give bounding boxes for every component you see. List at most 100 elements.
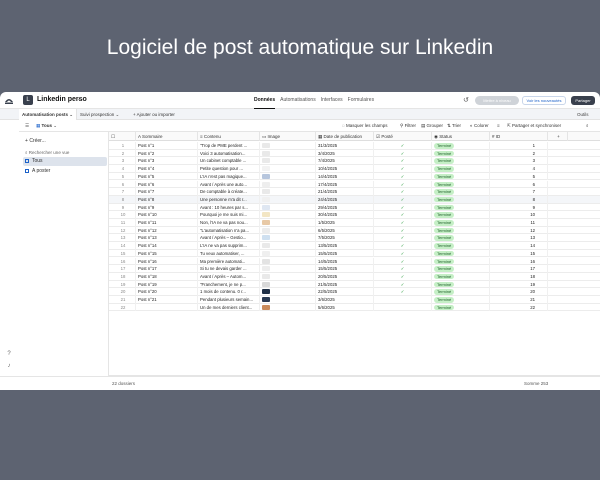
search-views-input[interactable]: ⌕ Rechercher une vue xyxy=(25,150,69,155)
cell-poste[interactable]: ✓ xyxy=(374,203,432,212)
cell-status[interactable]: Terminé xyxy=(432,226,490,235)
cell-sommaire[interactable]: Post n°16 xyxy=(136,257,198,266)
cell-image[interactable] xyxy=(260,142,316,150)
table-row[interactable]: 8 Post n°8 Une personne m'a dit r... 24/4/2… xyxy=(109,195,600,204)
table-row[interactable]: 18 Post n°18 Avant / Après – Autom... 20/5/… xyxy=(109,272,600,281)
cell-sommaire[interactable]: Post n°14 xyxy=(136,242,198,250)
cell-date[interactable]: 1/5/2025 xyxy=(316,219,374,227)
cell-image[interactable] xyxy=(260,226,316,235)
cell-image[interactable] xyxy=(260,303,316,312)
cell-id[interactable]: 2 xyxy=(490,149,548,158)
cell-image[interactable] xyxy=(260,272,316,281)
cell-image[interactable] xyxy=(260,188,316,196)
cell-image[interactable] xyxy=(260,242,316,250)
cell-poste[interactable]: ✓ xyxy=(374,211,432,219)
header-contenu[interactable]: ≡ Contenu xyxy=(198,132,260,141)
cell-contenu[interactable]: Tu veux automatiser, ... xyxy=(198,249,260,258)
cell-sommaire[interactable]: Post n°18 xyxy=(136,272,198,281)
image-thumbnail[interactable] xyxy=(262,289,270,295)
cell-image[interactable] xyxy=(260,195,316,204)
cell-id[interactable]: 7 xyxy=(490,188,548,196)
image-thumbnail[interactable] xyxy=(262,266,270,272)
group-button[interactable]: ▤ Grouper xyxy=(421,120,443,132)
cell-id[interactable]: 16 xyxy=(490,257,548,266)
cell-date[interactable]: 29/4/2025 xyxy=(316,203,374,212)
filter-button[interactable]: ⚲ Filtrer xyxy=(400,120,416,132)
cell-status[interactable]: Terminé xyxy=(432,211,490,219)
nav-tab-automations[interactable]: Automatisations xyxy=(280,92,316,109)
cell-poste[interactable]: ✓ xyxy=(374,288,432,296)
header-date[interactable]: ▦ Date de publication xyxy=(316,132,374,141)
cell-id[interactable]: 14 xyxy=(490,242,548,250)
cell-id[interactable]: 5 xyxy=(490,172,548,181)
cell-contenu[interactable]: 1 mois de contenu. 0 r... xyxy=(198,288,260,296)
image-thumbnail[interactable] xyxy=(262,235,270,241)
cell-poste[interactable]: ✓ xyxy=(374,188,432,196)
cell-date[interactable]: 31/3/2025 xyxy=(316,142,374,150)
cell-id[interactable]: 3 xyxy=(490,157,548,166)
share-button[interactable]: Partager xyxy=(571,96,595,105)
cell-sommaire[interactable]: Post n°13 xyxy=(136,234,198,243)
table-row[interactable]: 13 Post n°13 Avant / Après – Gestio... 7/5/… xyxy=(109,234,600,243)
cell-sommaire[interactable]: Post n°12 xyxy=(136,226,198,235)
cell-status[interactable]: Terminé xyxy=(432,149,490,158)
cell-image[interactable] xyxy=(260,180,316,189)
sidebar-view-tous[interactable]: Tous xyxy=(23,157,107,166)
cell-poste[interactable]: ✓ xyxy=(374,165,432,173)
cell-sommaire[interactable]: Post n°15 xyxy=(136,249,198,258)
cell-date[interactable]: 6/5/2025 xyxy=(316,226,374,235)
header-status[interactable]: ◉ Status xyxy=(432,132,490,141)
cell-id[interactable]: 1 xyxy=(490,142,548,150)
cell-poste[interactable]: ✓ xyxy=(374,257,432,266)
cell-image[interactable] xyxy=(260,211,316,219)
cell-sommaire[interactable] xyxy=(136,303,198,312)
table-row[interactable]: 11 Post n°11 Non, l'IA ne va pas nou... 1/5… xyxy=(109,219,600,227)
cell-date[interactable]: 22/5/2025 xyxy=(316,288,374,296)
cell-sommaire[interactable]: Post n°7 xyxy=(136,188,198,196)
header-image[interactable]: ▭ Image xyxy=(260,132,316,141)
nav-tab-forms[interactable]: Formulaires xyxy=(348,92,374,109)
cell-status[interactable]: Terminé xyxy=(432,249,490,258)
create-view-button[interactable]: + Créer... xyxy=(25,138,46,144)
cell-id[interactable]: 22 xyxy=(490,303,548,312)
cell-status[interactable]: Terminé xyxy=(432,188,490,196)
search-icon[interactable]: ⌕ xyxy=(586,120,589,132)
cell-contenu[interactable]: Avant / Après – Gestio... xyxy=(198,234,260,243)
cell-date[interactable]: 7/4/2025 xyxy=(316,157,374,166)
cell-id[interactable]: 20 xyxy=(490,288,548,296)
table-row[interactable]: 17 Post n°17 Si tu ne devais garder ... 15/… xyxy=(109,265,600,273)
cell-image[interactable] xyxy=(260,165,316,173)
cell-poste[interactable]: ✓ xyxy=(374,249,432,258)
image-thumbnail[interactable] xyxy=(262,227,270,233)
cell-sommaire[interactable]: Post n°4 xyxy=(136,165,198,173)
cell-image[interactable] xyxy=(260,296,316,304)
cell-id[interactable]: 9 xyxy=(490,203,548,212)
cell-poste[interactable]: ✓ xyxy=(374,195,432,204)
cell-status[interactable]: Terminé xyxy=(432,303,490,312)
cell-status[interactable]: Terminé xyxy=(432,219,490,227)
question-icon[interactable]: ? xyxy=(5,350,13,358)
cell-contenu[interactable]: Une personne m'a dit r... xyxy=(198,195,260,204)
chevron-down-icon[interactable]: ⌄ xyxy=(77,96,81,102)
cell-date[interactable]: 15/5/2025 xyxy=(316,249,374,258)
cell-contenu[interactable]: Avant : 10 heures par s... xyxy=(198,203,260,212)
cell-sommaire[interactable]: Post n°11 xyxy=(136,219,198,227)
header-id[interactable]: # ID xyxy=(490,132,548,141)
cell-contenu[interactable]: Avant / Après une auto... xyxy=(198,180,260,189)
cell-poste[interactable] xyxy=(374,296,432,304)
cell-poste[interactable]: ✓ xyxy=(374,219,432,227)
cell-date[interactable]: 30/4/2025 xyxy=(316,211,374,219)
image-thumbnail[interactable] xyxy=(262,150,270,156)
cell-sommaire[interactable]: Post n°3 xyxy=(136,157,198,166)
cell-status[interactable]: Terminé xyxy=(432,257,490,266)
cell-sommaire[interactable]: Post n°1 xyxy=(136,142,198,150)
image-thumbnail[interactable] xyxy=(262,281,270,287)
image-thumbnail[interactable] xyxy=(262,143,270,148)
cell-sommaire[interactable]: Post n°9 xyxy=(136,203,198,212)
cell-id[interactable]: 6 xyxy=(490,180,548,189)
cell-image[interactable] xyxy=(260,149,316,158)
cell-sommaire[interactable]: Post n°20 xyxy=(136,288,198,296)
cell-contenu[interactable]: Pendant plusieurs semain... xyxy=(198,296,260,304)
cell-sommaire[interactable]: Post n°8 xyxy=(136,195,198,204)
cell-image[interactable] xyxy=(260,280,316,289)
